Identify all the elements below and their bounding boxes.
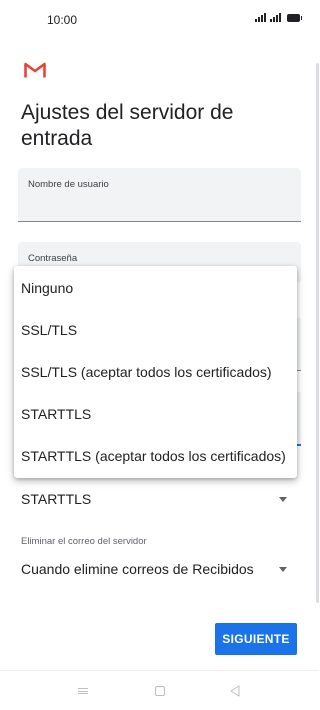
dropdown-arrow-icon bbox=[279, 566, 287, 572]
status-time: 10:00 bbox=[47, 13, 78, 27]
next-button[interactable]: SIGUIENTE bbox=[215, 623, 297, 655]
delete-from-server-label: Eliminar el correo del servidor bbox=[21, 536, 147, 547]
navigation-bar bbox=[0, 670, 319, 710]
security-type-select[interactable]: STARTTLS bbox=[21, 487, 296, 511]
password-label: Contraseña bbox=[28, 253, 78, 264]
security-type-menu: Ninguno SSL/TLS SSL/TLS (aceptar todos l… bbox=[14, 266, 297, 478]
delete-from-server-select[interactable]: Cuando elimine correos de Recibidos bbox=[21, 557, 296, 581]
menu-icon[interactable] bbox=[78, 688, 88, 694]
status-bar: 10:00 bbox=[0, 0, 319, 40]
username-field[interactable]: Nombre de usuario bbox=[18, 168, 301, 222]
security-type-value: STARTTLS bbox=[21, 491, 92, 507]
menu-item-ssl-tls-accept-all[interactable]: SSL/TLS (aceptar todos los certificados) bbox=[14, 351, 297, 393]
scrollbar[interactable] bbox=[316, 63, 319, 603]
username-label: Nombre de usuario bbox=[28, 179, 109, 190]
username-underline bbox=[18, 221, 301, 222]
dropdown-arrow-icon bbox=[279, 496, 287, 502]
menu-item-starttls-accept-all[interactable]: STARTTLS (aceptar todos los certificados… bbox=[14, 435, 297, 477]
signal-icon bbox=[270, 13, 281, 22]
home-icon[interactable] bbox=[155, 686, 165, 696]
battery-icon bbox=[287, 14, 302, 22]
page-title: Ajustes del servidor de entrada bbox=[21, 101, 234, 150]
status-icons bbox=[255, 13, 302, 22]
signal-icon bbox=[255, 13, 266, 22]
menu-item-starttls[interactable]: STARTTLS bbox=[14, 393, 297, 435]
back-icon[interactable] bbox=[229, 685, 241, 697]
menu-item-ssl-tls[interactable]: SSL/TLS bbox=[14, 309, 297, 351]
gmail-logo-icon bbox=[24, 62, 46, 78]
menu-item-none[interactable]: Ninguno bbox=[14, 267, 297, 309]
delete-from-server-value: Cuando elimine correos de Recibidos bbox=[21, 561, 254, 577]
